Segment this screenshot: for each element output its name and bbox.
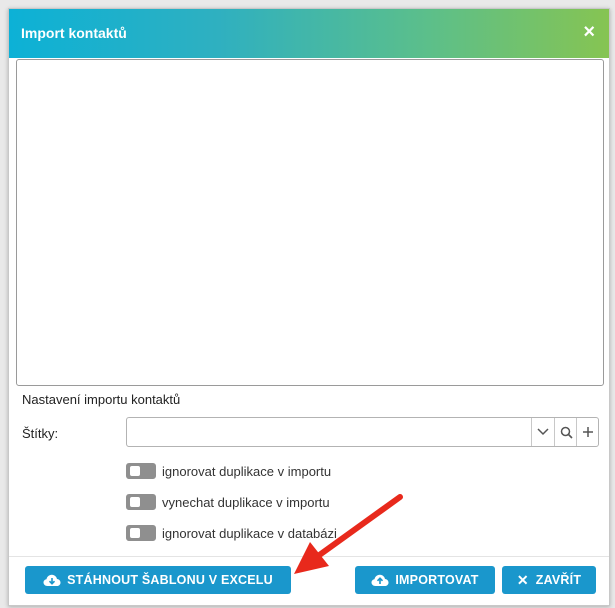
option-ignore-import-duplicates: ignorovat duplikace v importu <box>126 462 331 480</box>
tags-label: Štítky: <box>22 426 59 441</box>
chevron-down-icon[interactable] <box>531 418 554 446</box>
option-label: vynechat duplikace v importu <box>162 494 330 510</box>
close-icon[interactable]: × <box>583 22 595 42</box>
close-button[interactable]: ✕ ZAVŘÍT <box>502 566 596 594</box>
option-label: ignorovat duplikace v importu <box>162 463 332 479</box>
dialog-title: Import kontaktů <box>21 25 127 41</box>
tags-field <box>126 417 599 447</box>
search-icon[interactable] <box>554 418 577 446</box>
plus-icon[interactable] <box>576 418 599 446</box>
toggle-switch[interactable] <box>126 463 156 479</box>
import-contacts-dialog: Import kontaktů × Nastavení importu kont… <box>8 8 610 606</box>
import-drop-area[interactable] <box>16 59 604 386</box>
cloud-download-icon <box>43 574 61 586</box>
footer-divider <box>9 556 609 557</box>
toggle-switch[interactable] <box>126 494 156 510</box>
option-ignore-database-duplicates: ignorovat duplikace v databázi <box>126 524 337 542</box>
cloud-upload-icon <box>371 574 389 586</box>
import-label: IMPORTOVAT <box>395 573 479 587</box>
download-template-button[interactable]: STÁHNOUT ŠABLONU V EXCELU <box>25 566 291 594</box>
close-label: ZAVŘÍT <box>535 573 582 587</box>
toggle-switch[interactable] <box>126 525 156 541</box>
import-button[interactable]: IMPORTOVAT <box>355 566 495 594</box>
tags-input[interactable] <box>127 418 531 446</box>
close-x-icon: ✕ <box>516 571 529 588</box>
download-template-label: STÁHNOUT ŠABLONU V EXCELU <box>67 573 273 587</box>
option-skip-import-duplicates: vynechat duplikace v importu <box>126 493 330 511</box>
dialog-header: Import kontaktů × <box>9 9 609 58</box>
import-settings-heading: Nastavení importu kontaktů <box>22 392 181 407</box>
option-label: ignorovat duplikace v databázi <box>162 525 337 541</box>
